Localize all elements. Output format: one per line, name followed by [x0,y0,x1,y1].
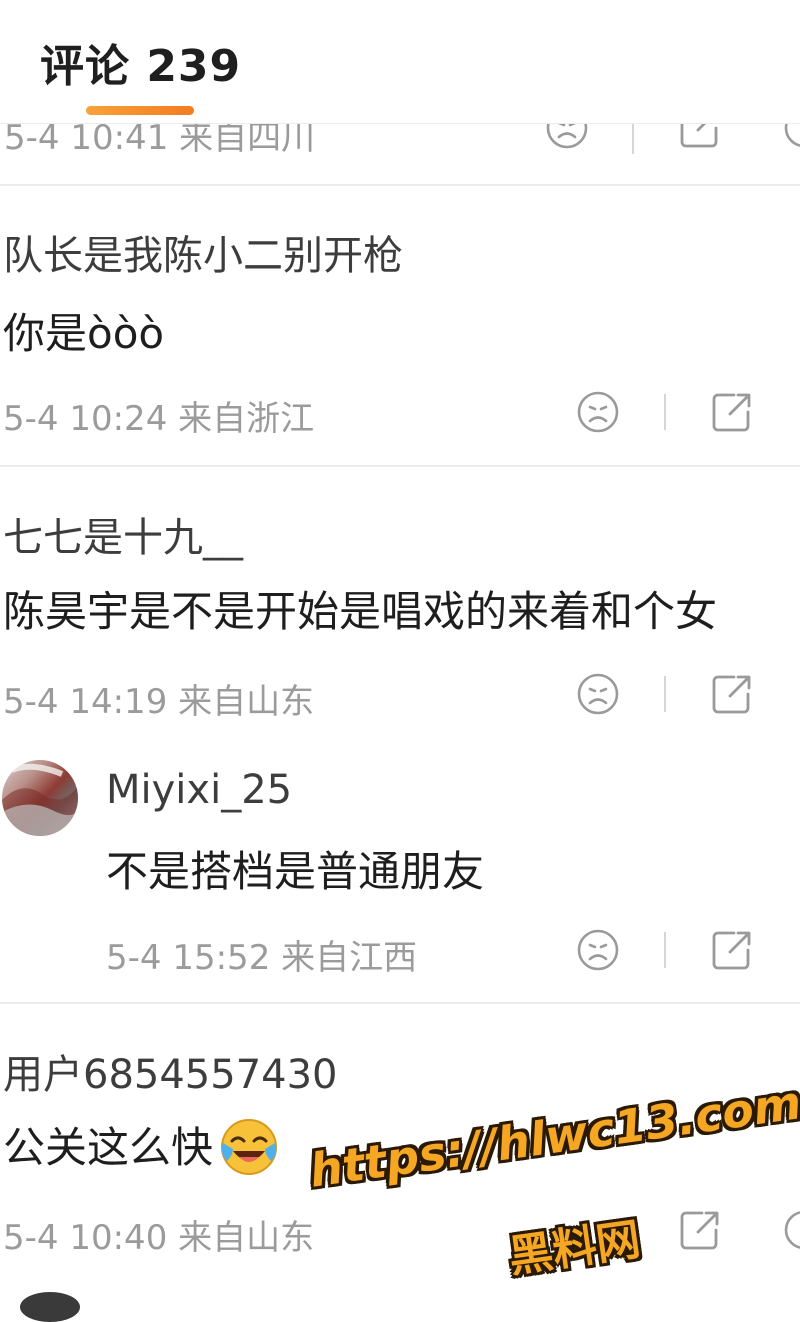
active-tab-indicator [86,106,194,115]
comment-username[interactable]: 七七是十九__ [3,505,243,563]
comment-meta: 5-4 14:19 来自山东 [3,682,315,722]
comment-meta: 5-4 10:40 来自山东 [3,1218,315,1258]
comment-text: 你是òòò [3,309,165,358]
comment-text-body: 公关这么快 [3,1123,214,1172]
share-icon[interactable] [710,672,754,716]
share-icon[interactable] [710,390,754,434]
share-icon[interactable] [678,1208,722,1252]
sad-face-icon[interactable] [576,390,620,434]
comment-meta: 5-4 10:24 来自浙江 [3,399,315,439]
more-options-icon[interactable] [782,1208,800,1252]
watermark: https://hlwc13.com 黑料网 [306,1075,800,1290]
comment-username[interactable]: 队长是我陈小二别开枪 [3,223,403,281]
comment-divider [0,184,800,186]
comment-divider [0,1002,800,1004]
share-icon[interactable] [678,124,722,150]
comment-username[interactable]: 用户6854557430 [3,1042,338,1100]
next-comment-avatar[interactable] [20,1292,80,1322]
sad-face-icon[interactable] [545,124,589,150]
action-divider [664,394,666,430]
action-divider [632,124,634,154]
avatar[interactable] [2,760,78,836]
reply-meta: 5-4 15:52 来自江西 [106,938,418,978]
share-icon[interactable] [710,928,754,972]
sad-face-icon[interactable] [576,672,620,716]
header-divider [0,123,800,124]
comment-divider [0,465,800,467]
action-divider [664,932,666,968]
partial-comment-meta-row: 5-4 10:41 来自四川 [0,124,800,160]
comment-text: 公关这么快 [3,1114,279,1181]
watermark-site-name: 黑料网 [505,1214,644,1283]
comment-text: 陈昊宇是不是开始是唱戏的来着和个女 [3,587,718,636]
tab-comments[interactable]: 评论 239 [40,30,241,94]
laughing-crying-emoji-icon [221,1118,278,1175]
comment-meta: 5-4 10:41 来自四川 [4,124,316,158]
sad-face-icon[interactable] [576,928,620,972]
watermark-url: https://hlwc13.com [306,1075,800,1198]
reply-username[interactable]: Miyixi_25 [106,767,292,813]
reply-text: 不是搭档是普通朋友 [106,847,485,896]
comments-header: 评论 239 [0,0,800,124]
more-options-icon[interactable] [782,124,800,150]
action-divider [664,676,666,712]
